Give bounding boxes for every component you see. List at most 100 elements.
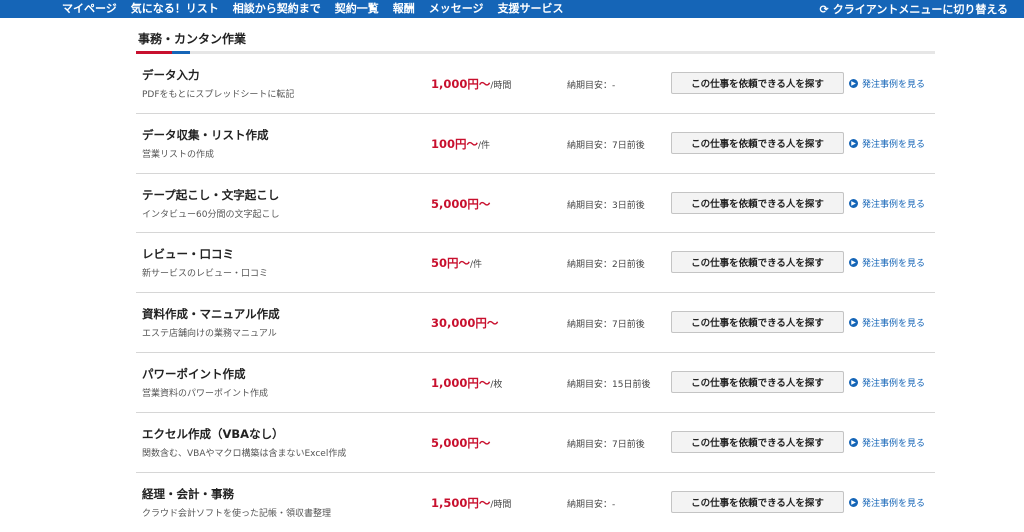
category-description: 新サービスのレビュー・口コミ <box>142 269 269 280</box>
section-header: 事務・カンタン作業 <box>136 18 935 54</box>
view-examples-label: 発注事例を見る <box>862 139 926 150</box>
category-name: テープ起こし・文字起こし <box>142 187 280 202</box>
nav-item-contracts[interactable]: 契約一覧 <box>335 2 379 16</box>
view-examples-label: 発注事例を見る <box>862 319 926 330</box>
view-examples-link[interactable]: ▶ 発注事例を見る <box>849 376 925 389</box>
nav-item-support-services[interactable]: 支援サービス <box>498 2 564 16</box>
deadline-estimate: 納期目安：- <box>567 499 616 510</box>
find-freelancer-button[interactable]: この仕事を依頼できる人を探す <box>671 311 844 334</box>
category-name: データ収集・リスト作成 <box>142 127 269 142</box>
view-examples-link[interactable]: ▶ 発注事例を見る <box>849 436 925 449</box>
chevron-right-circle-icon: ▶ <box>849 377 858 387</box>
section-title: 事務・カンタン作業 <box>138 32 247 46</box>
view-examples-link[interactable]: ▶ 発注事例を見る <box>849 256 925 269</box>
chevron-right-circle-icon: ▶ <box>849 318 858 328</box>
price: 100円〜/件 <box>431 136 490 152</box>
list-item: パワーポイント作成 営業資料のパワーポイント作成 1,000円〜/枚 納期目安：… <box>136 353 935 413</box>
view-examples-label: 発注事例を見る <box>862 199 926 210</box>
nav-item-rewards[interactable]: 報酬 <box>393 2 415 16</box>
price: 5,000円〜 <box>431 196 490 212</box>
price: 5,000円〜 <box>431 435 490 451</box>
price-unit: /枚 <box>490 379 503 390</box>
nav-items: マイページ 気になる！リスト 相談から契約まで 契約一覧 報酬 メッセージ 支援… <box>62 0 578 18</box>
deadline-estimate: 納期目安：7日前後 <box>567 140 645 151</box>
find-freelancer-button[interactable]: この仕事を依頼できる人を探す <box>671 191 844 214</box>
deadline-estimate: 納期目安：15日前後 <box>567 379 651 390</box>
list-item: データ入力 PDFをもとにスプレッドシートに転記 1,000円〜/時間 納期目安… <box>136 54 935 114</box>
category-description: 関数含む、VBAやマクロ構築は含まないExcel作成 <box>142 448 347 459</box>
price-value: 5,000円〜 <box>431 196 491 211</box>
price: 30,000円〜 <box>431 315 498 331</box>
category-name: エクセル作成（VBAなし） <box>142 426 284 441</box>
chevron-right-circle-icon: ▶ <box>849 198 858 208</box>
view-examples-link[interactable]: ▶ 発注事例を見る <box>849 137 925 150</box>
price: 1,000円〜/枚 <box>431 375 502 391</box>
switch-to-client-menu-link[interactable]: ⟳ クライアントメニューに切り替える <box>820 0 1008 18</box>
view-examples-link[interactable]: ▶ 発注事例を見る <box>849 197 925 210</box>
nav-item-favorites[interactable]: 気になる！リスト <box>131 2 219 16</box>
list-item: エクセル作成（VBAなし） 関数含む、VBAやマクロ構築は含まないExcel作成… <box>136 413 935 473</box>
price-unit: /件 <box>478 140 491 151</box>
deadline-estimate: 納期目安：7日前後 <box>567 439 645 450</box>
price: 1,000円〜/時間 <box>431 76 511 92</box>
category-description: インタビュー60分間の文字起こし <box>142 209 280 220</box>
price-value: 100円〜 <box>431 136 479 151</box>
view-examples-label: 発注事例を見る <box>862 259 926 270</box>
job-category-list: データ入力 PDFをもとにスプレッドシートに転記 1,000円〜/時間 納期目安… <box>136 54 935 532</box>
price-value: 1,000円〜 <box>431 77 491 91</box>
nav-item-mypage[interactable]: マイページ <box>62 2 117 16</box>
view-examples-link[interactable]: ▶ 発注事例を見る <box>849 77 925 90</box>
category-description: PDFをもとにスプレッドシートに転記 <box>142 90 295 100</box>
chevron-right-circle-icon: ▶ <box>849 258 858 268</box>
price-value: 1,000円〜 <box>431 375 491 390</box>
find-freelancer-button[interactable]: この仕事を依頼できる人を探す <box>671 72 844 94</box>
view-examples-label: 発注事例を見る <box>862 80 926 90</box>
find-freelancer-button[interactable]: この仕事を依頼できる人を探す <box>671 370 844 393</box>
category-name: レビュー・口コミ <box>142 247 234 262</box>
deadline-estimate: 納期目安：2日前後 <box>567 260 645 271</box>
deadline-estimate: 納期目安：7日前後 <box>567 320 645 331</box>
nav-item-consult-to-contract[interactable]: 相談から契約まで <box>233 2 321 16</box>
list-item: データ収集・リスト作成 営業リストの作成 100円〜/件 納期目安：7日前後 こ… <box>136 114 935 174</box>
find-freelancer-button[interactable]: この仕事を依頼できる人を探す <box>671 490 844 513</box>
price-value: 30,000円〜 <box>431 316 499 331</box>
top-navigation-bar: マイページ 気になる！リスト 相談から契約まで 契約一覧 報酬 メッセージ 支援… <box>0 0 1024 18</box>
list-item: テープ起こし・文字起こし インタビュー60分間の文字起こし 5,000円〜 納期… <box>136 174 935 234</box>
price-value: 5,000円〜 <box>431 435 491 450</box>
find-freelancer-button[interactable]: この仕事を依頼できる人を探す <box>671 430 844 453</box>
switch-label: クライアントメニューに切り替える <box>832 3 1008 16</box>
chevron-right-circle-icon: ▶ <box>849 437 858 447</box>
price-value: 50円〜 <box>431 256 471 271</box>
price: 50円〜/件 <box>431 255 482 271</box>
view-examples-link[interactable]: ▶ 発注事例を見る <box>849 496 925 509</box>
deadline-estimate: 納期目安：3日前後 <box>567 200 645 211</box>
list-item: 経理・会計・事務 クラウド会計ソフトを使った記帳・領収書整理 1,500円〜/時… <box>136 473 935 532</box>
deadline-estimate: 納期目安：- <box>567 81 616 91</box>
list-item: 資料作成・マニュアル作成 エステ店舗向けの業務マニュアル 30,000円〜 納期… <box>136 293 935 353</box>
price: 1,500円〜/時間 <box>431 495 511 511</box>
price-unit: /時間 <box>490 81 512 91</box>
chevron-right-circle-icon: ▶ <box>849 138 858 148</box>
view-examples-label: 発注事例を見る <box>862 498 926 509</box>
view-examples-link[interactable]: ▶ 発注事例を見る <box>849 316 925 329</box>
category-name: 経理・会計・事務 <box>142 486 234 501</box>
chevron-right-circle-icon: ▶ <box>849 497 858 507</box>
list-item: レビュー・口コミ 新サービスのレビュー・口コミ 50円〜/件 納期目安：2日前後… <box>136 233 935 294</box>
find-freelancer-button[interactable]: この仕事を依頼できる人を探す <box>671 251 844 274</box>
view-examples-label: 発注事例を見る <box>862 438 926 449</box>
category-description: エステ店舗向けの業務マニュアル <box>142 329 277 340</box>
category-description: 営業リストの作成 <box>142 149 215 160</box>
category-description: 営業資料のパワーポイント作成 <box>142 388 269 399</box>
price-unit: /件 <box>470 260 483 271</box>
category-description: クラウド会計ソフトを使った記帳・領収書整理 <box>142 508 332 519</box>
find-freelancer-button[interactable]: この仕事を依頼できる人を探す <box>671 131 844 154</box>
nav-item-messages[interactable]: メッセージ <box>429 2 484 16</box>
view-examples-label: 発注事例を見る <box>862 378 926 389</box>
category-name: データ入力 <box>142 68 200 82</box>
price-unit: /時間 <box>490 499 512 510</box>
main-content: 事務・カンタン作業 データ入力 PDFをもとにスプレッドシートに転記 1,000… <box>136 18 935 519</box>
chevron-right-circle-icon: ▶ <box>849 79 858 88</box>
price-value: 1,500円〜 <box>431 495 491 510</box>
refresh-icon: ⟳ <box>819 2 829 16</box>
category-name: 資料作成・マニュアル作成 <box>142 307 280 322</box>
